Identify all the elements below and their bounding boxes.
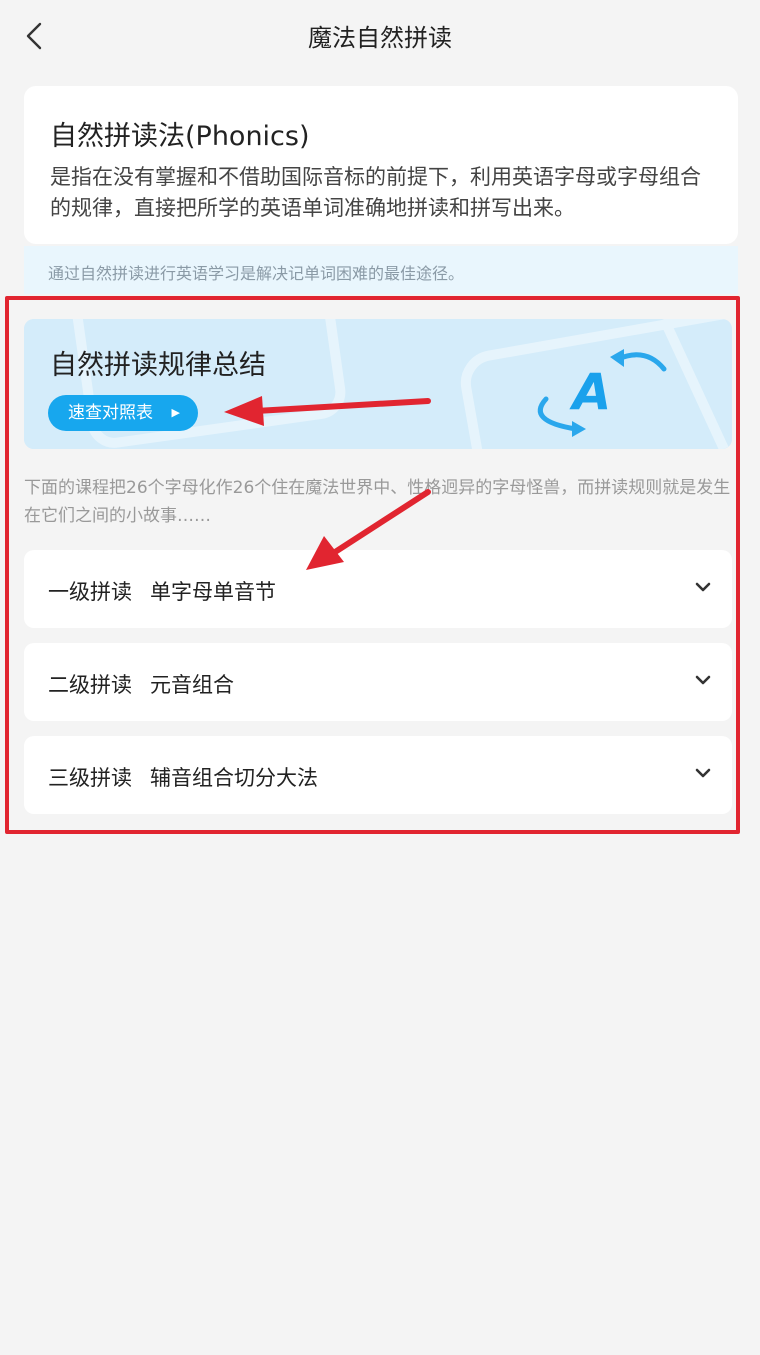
header-bar: 魔法自然拼读	[0, 0, 760, 72]
annotation-highlight-box	[5, 296, 740, 834]
intro-text: 是指在没有掌握和不借助国际音标的前提下，利用英语字母或字母组合的规律，直接把所学…	[50, 165, 701, 220]
intro-card: 自然拼读法(Phonics) 是指在没有掌握和不借助国际音标的前提下，利用英语字…	[24, 86, 738, 244]
tip-bar: 通过自然拼读进行英语学习是解决记单词困难的最佳途径。	[24, 246, 738, 294]
intro-title: 自然拼读法(Phonics)	[50, 121, 310, 152]
page-title: 魔法自然拼读	[308, 24, 452, 52]
tip-text: 通过自然拼读进行英语学习是解决记单词困难的最佳途径。	[48, 264, 465, 283]
